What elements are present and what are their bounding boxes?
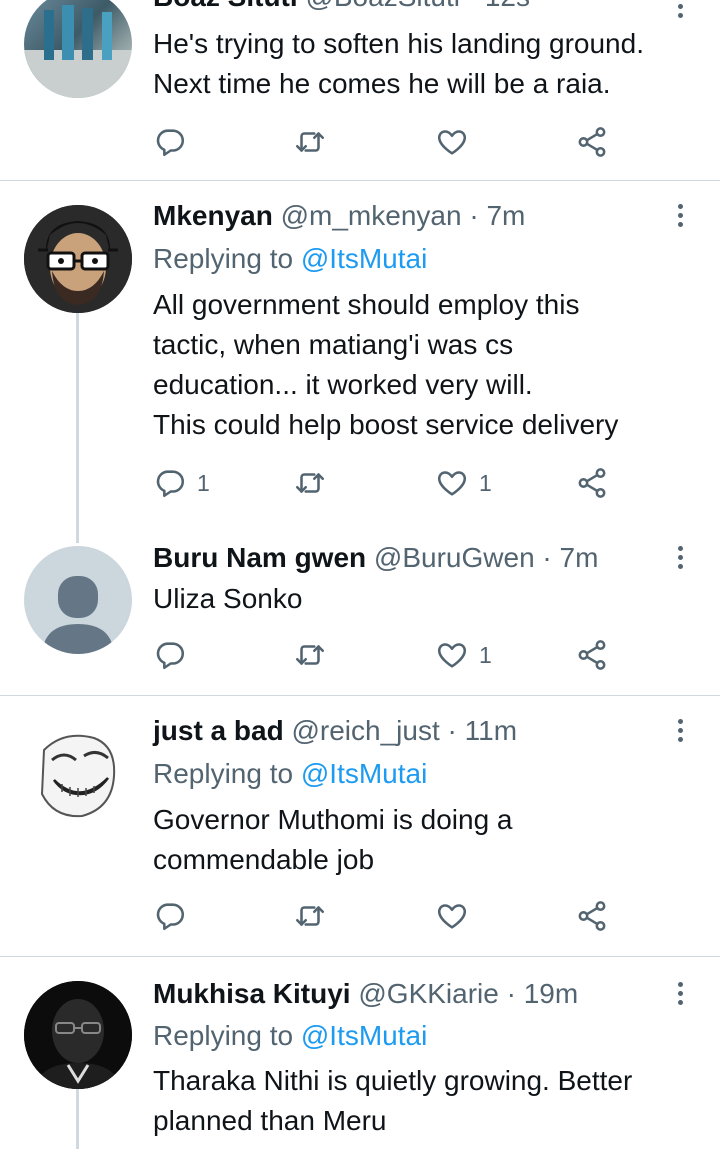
more-icon[interactable] [668,201,692,231]
mention-link[interactable]: @ItsMutai [301,758,427,789]
like-button[interactable]: 1 [435,635,492,675]
separator: · [542,542,552,573]
tweet-actions: 1 [153,635,623,675]
more-icon[interactable] [668,716,692,746]
tweet-actions: 1 1 [153,463,623,503]
reply-icon [153,466,187,500]
author-handle[interactable]: @reich_just [291,715,439,746]
replying-to: Replying to @ItsMutai [153,757,427,791]
share-button[interactable] [575,635,609,675]
author-name[interactable]: Mkenyan [153,200,273,231]
more-icon[interactable] [668,543,692,573]
tweet-header: Boaz Situti @BoazSituti · 12s [153,0,530,14]
author-name[interactable]: Buru Nam gwen [153,542,366,573]
share-button[interactable] [575,122,609,162]
like-button[interactable] [435,896,469,936]
retweet-button[interactable] [293,122,327,162]
tweet-header: Mukhisa Kituyi @GKKiarie · 19m [153,977,578,1011]
thread-line [76,1089,79,1149]
author-name[interactable]: just a bad [153,715,284,746]
retweet-icon [293,899,327,933]
tweet-header: just a bad @reich_just · 11m [153,714,517,748]
like-icon [435,638,469,672]
replying-to-label: Replying to [153,1020,294,1051]
mention-link[interactable]: @ItsMutai [301,243,427,274]
reply-icon [153,125,187,159]
like-count: 1 [479,641,492,668]
tweet-text: Governor Muthomi is doing a commendable … [153,804,513,875]
replying-to-label: Replying to [153,243,294,274]
separator: · [469,200,479,231]
replying-to: Replying to @ItsMutai [153,1019,427,1053]
like-count: 1 [479,469,492,496]
author-handle[interactable]: @BuruGwen [374,542,535,573]
reply-icon [153,899,187,933]
timestamp[interactable]: 7m [560,542,599,573]
like-button[interactable] [435,122,469,162]
reply-button[interactable]: 1 [153,463,210,503]
retweet-icon [293,125,327,159]
share-button[interactable] [575,463,609,503]
timestamp[interactable]: 12s [485,0,530,12]
tweet-item[interactable]: Buru Nam gwen @BuruGwen · 7m Uliza Sonko… [0,529,720,695]
tweet-text: He's trying to soften his landing ground… [153,28,644,99]
reply-button[interactable] [153,122,187,162]
tweet-header: Buru Nam gwen @BuruGwen · 7m [153,541,598,575]
author-name[interactable]: Mukhisa Kituyi [153,978,351,1009]
tweet-actions [153,122,623,162]
more-icon[interactable] [668,979,692,1009]
retweet-button[interactable] [293,635,327,675]
avatar[interactable] [24,546,132,654]
replying-to-label: Replying to [153,758,294,789]
like-icon [435,125,469,159]
timestamp[interactable]: 19m [524,978,578,1009]
avatar[interactable] [24,205,132,313]
reply-button[interactable] [153,896,187,936]
separator: · [506,978,516,1009]
tweet-item[interactable]: Mukhisa Kituyi @GKKiarie · 19m Replying … [0,957,720,1149]
share-icon [575,899,609,933]
timestamp[interactable]: 7m [486,200,525,231]
author-handle[interactable]: @GKKiarie [358,978,498,1009]
retweet-button[interactable] [293,896,327,936]
share-button[interactable] [575,896,609,936]
author-handle[interactable]: @BoazSituti [305,0,460,12]
tweet-text: Uliza Sonko [153,583,303,614]
share-icon [575,466,609,500]
thread-line [76,313,79,543]
tweet-text: Tharaka Nithi is quietly growing. Better… [153,1065,633,1136]
reply-button[interactable] [153,635,187,675]
tweet-header: Mkenyan @m_mkenyan · 7m [153,199,525,233]
tweet-item[interactable]: Mkenyan @m_mkenyan · 7m Replying to @Its… [0,181,720,543]
like-icon [435,466,469,500]
retweet-button[interactable] [293,463,327,503]
avatar[interactable] [24,0,132,98]
separator: · [447,715,457,746]
retweet-icon [293,466,327,500]
replying-to: Replying to @ItsMutai [153,242,427,276]
share-icon [575,125,609,159]
more-icon[interactable] [668,0,692,22]
avatar[interactable] [24,720,132,828]
mention-link[interactable]: @ItsMutai [301,1020,427,1051]
reply-count: 1 [197,469,210,496]
avatar[interactable] [24,981,132,1089]
tweet-item[interactable]: just a bad @reich_just · 11m Replying to… [0,696,720,956]
reply-icon [153,638,187,672]
like-icon [435,899,469,933]
timestamp[interactable]: 11m [465,715,517,746]
share-icon [575,638,609,672]
retweet-icon [293,638,327,672]
tweet-text: All government should employ this tactic… [153,289,619,440]
author-handle[interactable]: @m_mkenyan [281,200,462,231]
author-name[interactable]: Boaz Situti [153,0,298,12]
tweet-actions [153,896,623,936]
like-button[interactable]: 1 [435,463,492,503]
separator: · [468,0,477,12]
tweet-item[interactable]: Boaz Situti @BoazSituti · 12s He's tryin… [0,0,720,180]
